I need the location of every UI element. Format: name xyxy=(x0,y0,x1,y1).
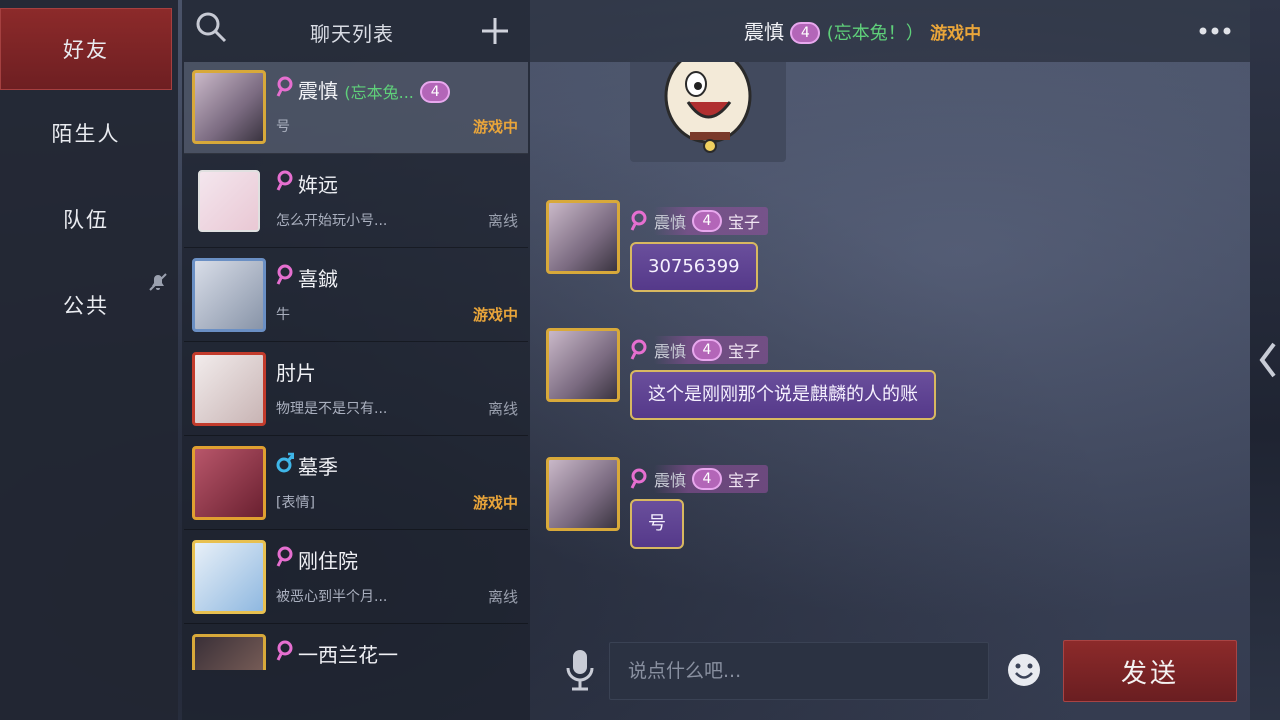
conversation-title: 震慎 4 (忘本兔！） 游戏中 xyxy=(744,16,981,45)
more-icon[interactable] xyxy=(1198,26,1232,36)
chat-status: 离线 xyxy=(487,212,518,230)
message-input[interactable] xyxy=(609,642,989,700)
search-icon[interactable] xyxy=(194,10,228,44)
message-meta: 震慎 4 宝子 xyxy=(630,465,769,493)
sender-name: 震慎 xyxy=(654,471,687,490)
category-sidebar: 好友 陌生人 队伍 公共 xyxy=(0,0,178,720)
sticker-message[interactable] xyxy=(630,48,786,162)
chat-name: 一西兰花一 xyxy=(298,643,398,667)
chevron-left-icon[interactable] xyxy=(1258,340,1278,380)
level-badge: 4 xyxy=(790,22,821,44)
female-icon xyxy=(276,76,293,97)
female-icon xyxy=(630,210,647,231)
chat-name: 姩远 xyxy=(298,173,338,197)
chat-item[interactable]: 墓季 [表情] 游戏中 xyxy=(184,438,528,530)
chat-status: 离线 xyxy=(487,400,518,418)
avatar[interactable] xyxy=(546,200,620,274)
chat-item[interactable]: 一西兰花一 xyxy=(184,626,528,670)
chat-preview: 号 xyxy=(276,119,290,135)
category-friends[interactable]: 好友 xyxy=(0,8,172,90)
sender-tag: 宝子 xyxy=(728,471,761,490)
conversation-header: 震慎 4 (忘本兔！） 游戏中 xyxy=(530,0,1250,62)
category-label: 队伍 xyxy=(63,208,109,232)
conversation-name: 震慎 xyxy=(744,20,784,44)
female-icon xyxy=(630,339,647,360)
chat-item[interactable]: 姩远 怎么开始玩小号... 离线 xyxy=(184,156,528,248)
chat-list-title: 聊天列表 xyxy=(310,22,394,46)
chat-status: 游戏中 xyxy=(472,118,518,136)
plus-icon[interactable] xyxy=(480,16,510,46)
message-bubble[interactable]: 这个是刚刚那个说是麒麟的人的账 xyxy=(630,370,936,420)
chat-list-panel: 聊天列表 震慎 (忘本兔... 4 号 游戏中 姩远 怎么开始玩小号... 离线 xyxy=(182,0,530,720)
chat-name: 刚住院 xyxy=(298,549,358,573)
mute-icon xyxy=(149,273,167,291)
sender-tag: 宝子 xyxy=(728,213,761,232)
chat-name: 墓季 xyxy=(298,455,338,479)
chat-item[interactable]: 刚住院 被恶心到半个月... 离线 xyxy=(184,532,528,624)
male-icon xyxy=(276,452,294,473)
chat-item[interactable]: 喜鋮 牛 游戏中 xyxy=(184,250,528,342)
avatar xyxy=(192,540,266,614)
send-button-label: 发送 xyxy=(1120,658,1179,689)
sender-name: 震慎 xyxy=(654,342,687,361)
chat-name: 肘片 xyxy=(276,361,316,385)
chat-preview: 被恶心到半个月... xyxy=(276,589,388,605)
chat-status: 游戏中 xyxy=(472,494,518,512)
level-badge: 4 xyxy=(420,81,451,103)
avatar xyxy=(192,634,266,670)
chat-name: 震慎 (忘本兔... 4 xyxy=(298,75,451,104)
level-badge: 4 xyxy=(692,339,723,361)
chat-name: 喜鋮 xyxy=(298,267,338,291)
category-strangers[interactable]: 陌生人 xyxy=(0,92,172,174)
avatar xyxy=(192,70,266,144)
chat-preview: 牛 xyxy=(276,307,290,323)
mic-icon[interactable] xyxy=(564,648,596,692)
chat-status: 离线 xyxy=(487,588,518,606)
female-icon xyxy=(276,546,293,567)
message-meta: 震慎 4 宝子 xyxy=(630,207,769,235)
female-icon xyxy=(276,264,293,285)
conversation-status: 游戏中 xyxy=(930,24,982,44)
message-bubble[interactable]: 号 xyxy=(630,499,684,549)
category-label: 公共 xyxy=(63,294,109,318)
female-icon xyxy=(276,170,293,191)
message-meta: 震慎 4 宝子 xyxy=(630,336,769,364)
send-button[interactable]: 发送 xyxy=(1063,640,1237,702)
sender-name: 震慎 xyxy=(654,213,687,232)
female-icon xyxy=(276,640,293,661)
category-label: 好友 xyxy=(63,38,109,62)
conversation-remark: (忘本兔！） xyxy=(826,23,924,44)
category-label: 陌生人 xyxy=(51,122,121,146)
sender-tag: 宝子 xyxy=(728,342,761,361)
message-bubble[interactable]: 30756399 xyxy=(630,242,758,292)
sticker-image xyxy=(664,48,752,153)
chat-item[interactable]: 肘片 物理是不是只有... 离线 xyxy=(184,344,528,436)
female-icon xyxy=(630,468,647,489)
chat-preview: 物理是不是只有... xyxy=(276,401,388,417)
level-badge: 4 xyxy=(692,468,723,490)
avatar xyxy=(198,170,260,232)
avatar xyxy=(192,352,266,426)
emoji-icon[interactable] xyxy=(1006,652,1042,688)
chat-list-header: 聊天列表 xyxy=(182,0,530,62)
level-badge: 4 xyxy=(692,210,723,232)
category-team[interactable]: 队伍 xyxy=(0,178,172,260)
avatar xyxy=(192,258,266,332)
avatar[interactable] xyxy=(546,328,620,402)
chat-preview: 怎么开始玩小号... xyxy=(276,213,388,229)
chat-status: 游戏中 xyxy=(472,306,518,324)
chat-remark: (忘本兔... xyxy=(344,83,414,102)
chat-item[interactable]: 震慎 (忘本兔... 4 号 游戏中 xyxy=(184,62,528,154)
chat-preview: [表情] xyxy=(276,495,315,511)
avatar xyxy=(192,446,266,520)
avatar[interactable] xyxy=(546,457,620,531)
